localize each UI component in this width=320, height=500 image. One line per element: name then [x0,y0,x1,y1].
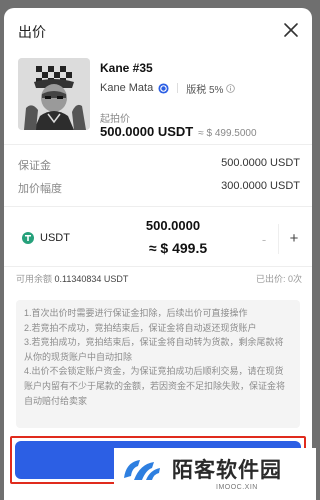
nft-artwork-image [18,58,90,130]
bid-count: 已出价: 0次 [255,274,302,284]
notice-item: 4.出价不会锁定账户资金，为保证竞拍成功后顺利交易，请在现货账户内留有不少于尾款… [24,366,286,406]
start-price-label: 起拍价 [100,114,130,125]
divider [4,266,312,267]
notice-item: 2.若竞拍不成功，竞拍结束后，保证金将自动返还现货账户 [24,322,257,333]
available-balance-value: 0.11340834 USDT [54,274,129,284]
start-price-row: 500.0000 USDT ≈ $ 499.5000 [100,124,257,139]
increment-value: 300.0000 USDT [221,180,300,192]
start-price-usd: ≈ $ 499.5000 [198,128,257,139]
close-icon[interactable] [282,21,300,39]
currency-label: USDT [40,232,70,244]
watermark: 陌客软件园 IMOOC.XIN [114,448,316,500]
deposit-row: 保证金 500.0000 USDT [18,157,300,173]
increment-label: 加价幅度 [18,183,62,195]
notice-item: 3.若竞拍成功，竞拍结束后，保证金将自动转为货款，剩余尾款将从你的现货账户中自动… [24,337,284,362]
watermark-url: IMOOC.XIN [216,484,258,491]
divider [177,83,179,93]
bid-dialog: 出价 Kane #35 Kane Mata 版税 5% 起拍价 500.0000… [4,8,312,500]
verified-badge-icon [158,82,169,94]
available-balance: 可用余额 0.11340834 USDT [16,272,128,285]
nft-name: Kane #35 [100,61,153,75]
available-balance-label: 可用余额 [16,274,53,284]
notice-item: 1.首次出价时需要进行保证金扣除，后续出价可直接操作 [24,308,248,318]
creator-name[interactable]: Kane Mata [100,82,153,94]
creator-row: Kane Mata 版税 5% [100,80,236,96]
bid-amount-usd: ≈ $ 499.5 [148,240,208,256]
nft-card: Kane #35 Kane Mata 版税 5% 起拍价 500.0000 US… [18,58,302,148]
divider [4,206,312,207]
dialog-header: 出价 [4,8,312,52]
deposit-value: 500.0000 USDT [221,157,300,169]
notice-box: 1.首次出价时需要进行保证金扣除，后续出价可直接操作 2.若竞拍不成功，竞拍结束… [16,300,300,428]
deposit-label: 保证金 [18,160,51,172]
dialog-title: 出价 [18,24,46,40]
balance-row: 可用余额 0.11340834 USDT 已出价: 0次 [16,272,302,286]
bid-amount-stepper[interactable]: USDT 500.0000 ≈ $ 499.5 - + [18,212,302,266]
start-price: 500.0000 USDT [100,124,194,139]
info-icon[interactable] [226,83,236,93]
usdt-coin-icon [22,232,34,244]
decrease-button[interactable]: - [256,232,272,247]
bid-amount-input[interactable]: 500.0000 [128,218,218,233]
increment-row: 加价幅度 300.0000 USDT [18,180,300,196]
divider [278,224,279,254]
watermark-text: 陌客软件园 [172,459,282,482]
watermark-logo-icon [124,460,160,480]
increase-button[interactable]: + [286,230,302,247]
royalty-label: 版税 5% [186,84,224,96]
divider [4,144,312,145]
